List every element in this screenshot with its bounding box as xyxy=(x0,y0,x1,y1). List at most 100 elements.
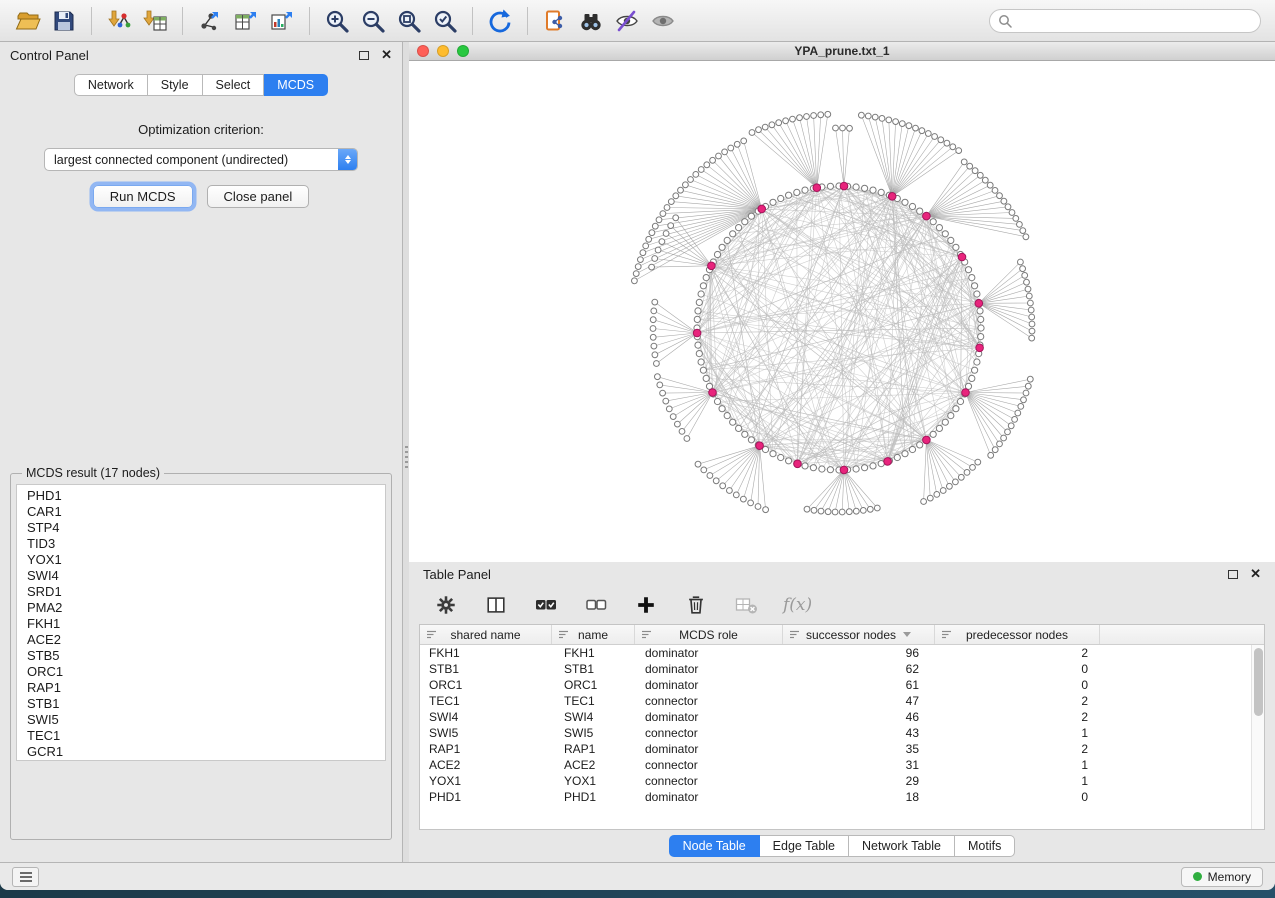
network-node[interactable] xyxy=(925,131,931,137)
network-node[interactable] xyxy=(832,509,838,515)
network-node[interactable] xyxy=(840,125,846,131)
network-node[interactable] xyxy=(1001,435,1007,441)
table-row[interactable]: YOX1YOX1connector291 xyxy=(420,773,1251,789)
network-node[interactable] xyxy=(652,352,658,358)
panel-splitter[interactable] xyxy=(403,42,409,862)
network-node[interactable] xyxy=(668,199,674,205)
network-node[interactable] xyxy=(977,308,983,314)
network-node[interactable] xyxy=(649,230,655,236)
network-edge[interactable] xyxy=(772,125,817,188)
network-node[interactable] xyxy=(742,431,748,437)
table-scrollbar[interactable] xyxy=(1251,645,1264,829)
network-node[interactable] xyxy=(684,436,690,442)
network-hub-node[interactable] xyxy=(840,466,848,474)
network-node[interactable] xyxy=(1001,198,1007,204)
network-hub-node[interactable] xyxy=(840,182,848,190)
open-session-button[interactable] xyxy=(10,3,46,39)
network-edge[interactable] xyxy=(655,302,697,333)
network-edge[interactable] xyxy=(926,440,967,473)
mcds-result-item[interactable]: STB5 xyxy=(17,648,385,664)
network-node[interactable] xyxy=(755,504,761,510)
network-node[interactable] xyxy=(1009,210,1015,216)
network-node[interactable] xyxy=(953,406,959,412)
network-node[interactable] xyxy=(632,278,638,284)
network-node[interactable] xyxy=(698,291,704,297)
network-node[interactable] xyxy=(794,189,800,195)
network-node[interactable] xyxy=(724,237,730,243)
network-node[interactable] xyxy=(818,112,824,118)
network-node[interactable] xyxy=(790,116,796,122)
network-node[interactable] xyxy=(932,134,938,140)
network-node[interactable] xyxy=(650,317,656,323)
network-node[interactable] xyxy=(704,162,710,168)
network-node[interactable] xyxy=(969,375,975,381)
network-edge[interactable] xyxy=(924,440,927,502)
network-node[interactable] xyxy=(762,124,768,130)
network-node[interactable] xyxy=(664,205,670,211)
network-node[interactable] xyxy=(693,172,699,178)
mcds-result-item[interactable]: TEC1 xyxy=(17,728,385,744)
network-hub-node[interactable] xyxy=(813,184,821,192)
network-node[interactable] xyxy=(859,112,865,118)
network-node[interactable] xyxy=(730,419,736,425)
network-node[interactable] xyxy=(894,454,900,460)
network-titlebar[interactable]: YPA_prune.txt_1 xyxy=(409,42,1275,61)
network-node[interactable] xyxy=(893,119,899,125)
network-node[interactable] xyxy=(655,247,661,253)
network-node[interactable] xyxy=(741,496,747,502)
zoom-selected-button[interactable] xyxy=(427,3,463,39)
network-node[interactable] xyxy=(902,199,908,205)
network-node[interactable] xyxy=(678,187,684,193)
tab-node-table[interactable]: Node Table xyxy=(669,835,760,857)
network-node[interactable] xyxy=(1024,279,1030,285)
network-hub-node[interactable] xyxy=(709,389,717,397)
network-node[interactable] xyxy=(853,508,859,514)
network-node[interactable] xyxy=(714,251,720,257)
network-node[interactable] xyxy=(1005,204,1011,210)
add-column-button[interactable] xyxy=(633,592,659,618)
network-node[interactable] xyxy=(997,193,1003,199)
network-node[interactable] xyxy=(804,506,810,512)
network-node[interactable] xyxy=(633,271,639,277)
scrollbar-thumb[interactable] xyxy=(1254,648,1263,716)
network-edge[interactable] xyxy=(966,386,1029,392)
network-node[interactable] xyxy=(921,499,927,505)
network-canvas[interactable] xyxy=(409,61,1275,562)
network-hub-node[interactable] xyxy=(962,389,970,397)
network-node[interactable] xyxy=(652,256,658,262)
close-panel-button[interactable]: Close panel xyxy=(207,185,310,208)
network-node[interactable] xyxy=(675,421,681,427)
network-node[interactable] xyxy=(696,351,702,357)
network-node[interactable] xyxy=(1013,216,1019,222)
delete-table-button[interactable] xyxy=(733,592,759,618)
table-row[interactable]: TEC1TEC1connector472 xyxy=(420,693,1251,709)
network-node[interactable] xyxy=(1028,300,1034,306)
network-node[interactable] xyxy=(673,193,679,199)
network-edge[interactable] xyxy=(685,185,761,209)
network-node[interactable] xyxy=(811,113,817,119)
optimization-criterion-select[interactable]: largest connected component (undirected) xyxy=(44,148,358,171)
network-node[interactable] xyxy=(700,367,706,373)
network-node[interactable] xyxy=(853,466,859,472)
share-document-button[interactable] xyxy=(537,3,573,39)
network-node[interactable] xyxy=(833,125,839,131)
network-node[interactable] xyxy=(1015,410,1021,416)
network-edge[interactable] xyxy=(676,218,712,266)
memory-button[interactable]: Memory xyxy=(1181,867,1263,887)
export-image-button[interactable] xyxy=(264,3,300,39)
network-edge[interactable] xyxy=(844,470,856,511)
network-node[interactable] xyxy=(666,406,672,412)
network-node[interactable] xyxy=(748,437,754,443)
network-node[interactable] xyxy=(694,316,700,322)
network-node[interactable] xyxy=(879,116,885,122)
network-hub-node[interactable] xyxy=(976,344,984,352)
network-edge[interactable] xyxy=(844,128,850,186)
network-node[interactable] xyxy=(965,267,971,273)
control-panel-float-button[interactable] xyxy=(359,51,369,60)
network-edge[interactable] xyxy=(926,185,990,216)
mcds-result-item[interactable]: STP4 xyxy=(17,520,385,536)
network-node[interactable] xyxy=(650,334,656,340)
network-edge[interactable] xyxy=(926,440,961,477)
network-edge[interactable] xyxy=(926,175,980,216)
network-node[interactable] xyxy=(819,466,825,472)
